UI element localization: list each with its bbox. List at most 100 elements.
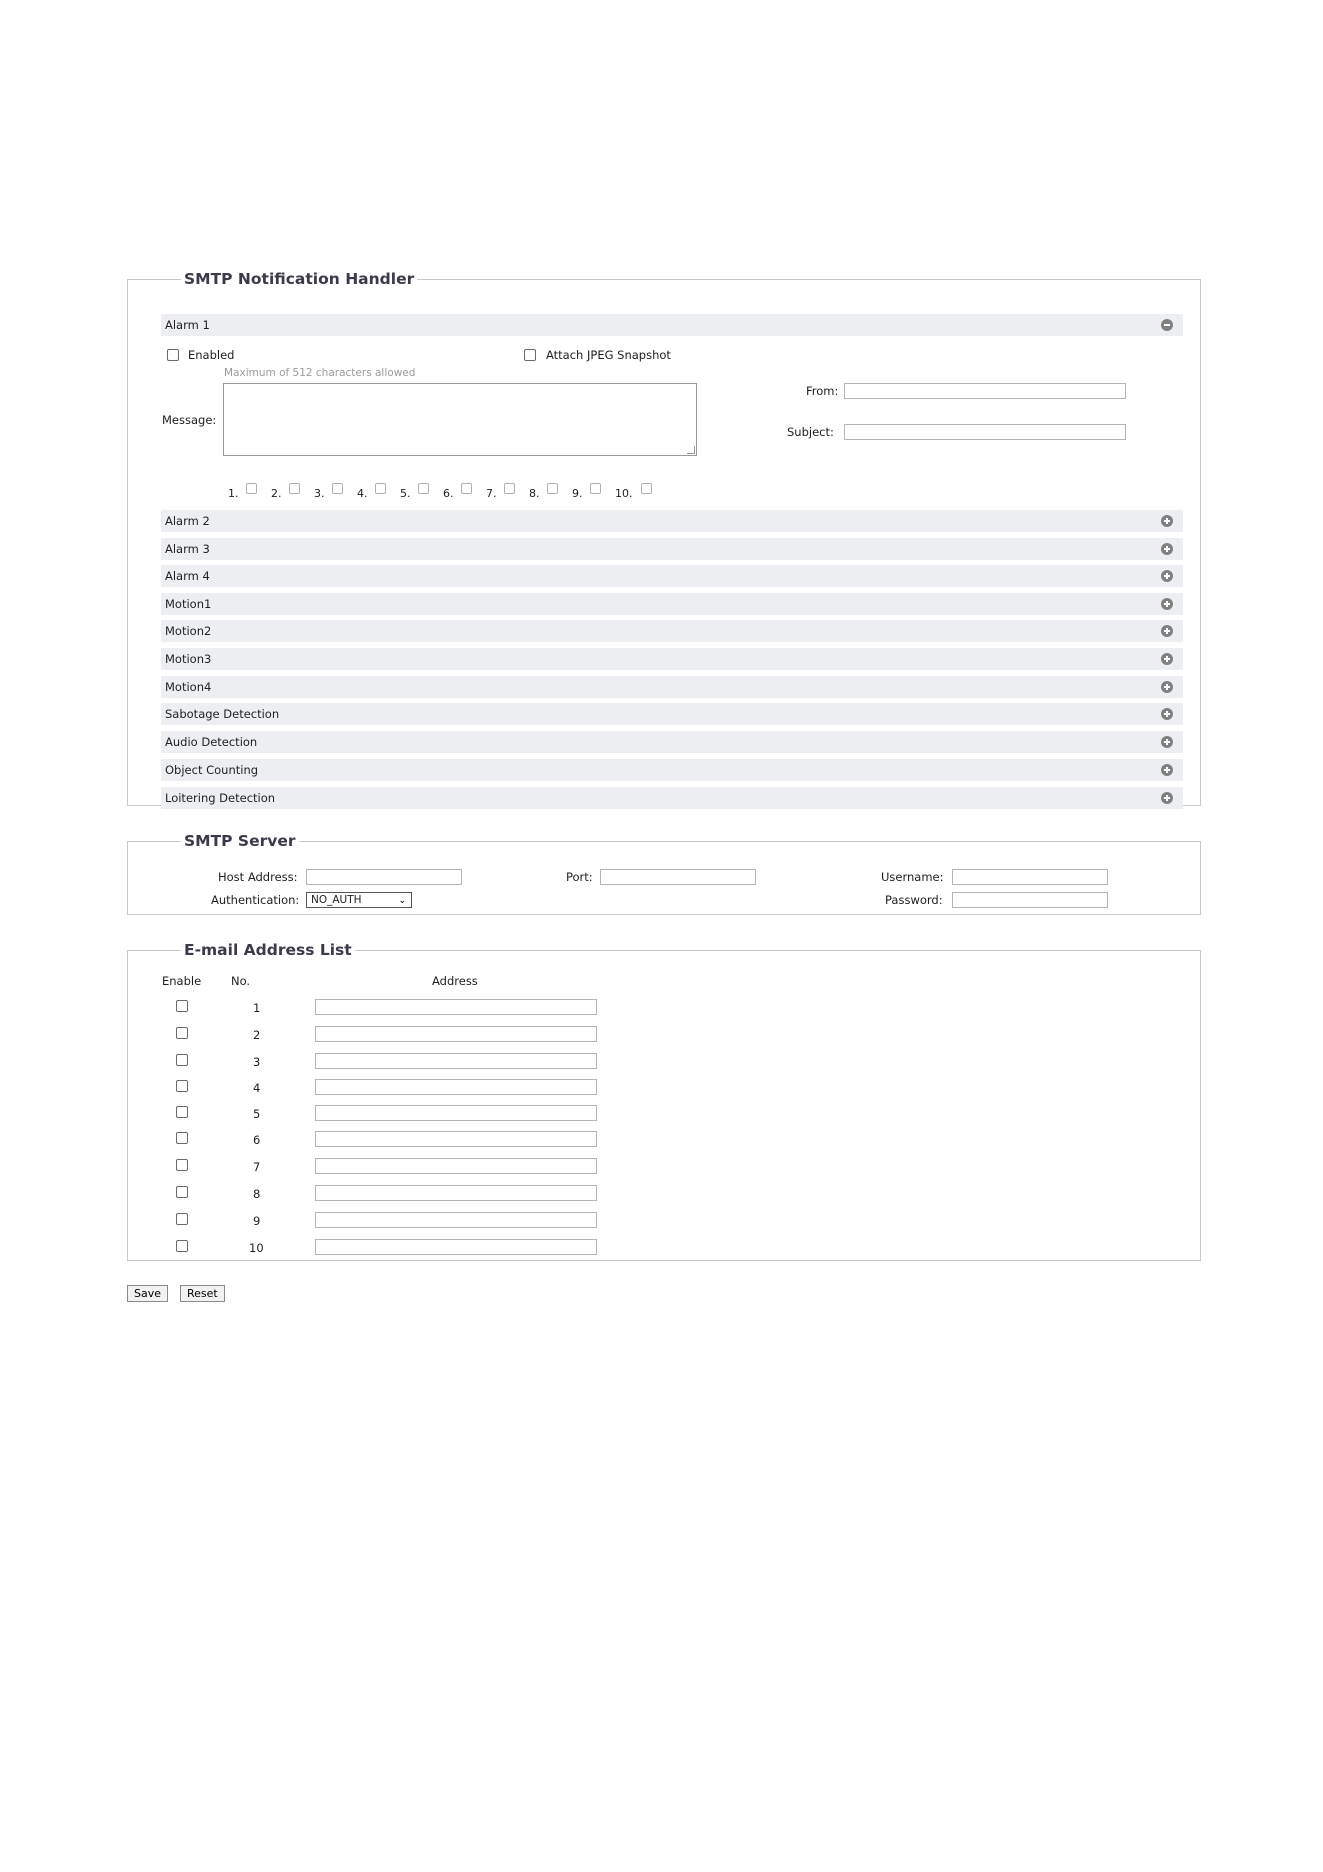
password-input[interactable] <box>952 892 1108 908</box>
section-loitering-detection[interactable]: Loitering Detection <box>161 787 1183 809</box>
expand-icon[interactable] <box>1161 653 1173 665</box>
expand-icon[interactable] <box>1161 736 1173 748</box>
password-label: Password: <box>885 893 943 907</box>
smtp-handler-legend: SMTP Notification Handler <box>184 270 415 288</box>
attach-jpeg-label: Attach JPEG Snapshot <box>546 348 671 362</box>
recipient-label-8: 8. <box>529 487 540 500</box>
email-enable-checkbox-10[interactable] <box>176 1240 188 1252</box>
section-title: Loitering Detection <box>165 791 276 805</box>
from-input[interactable] <box>844 383 1126 399</box>
email-enable-checkbox-1[interactable] <box>176 1000 188 1012</box>
enabled-checkbox[interactable] <box>167 349 179 361</box>
section-alarm-2[interactable]: Alarm 2 <box>161 510 1183 532</box>
chevron-down-icon: ⌄ <box>398 896 406 906</box>
email-row-number: 9 <box>253 1214 261 1228</box>
email-address-input-8[interactable] <box>315 1185 597 1201</box>
email-address-input-1[interactable] <box>315 999 597 1015</box>
recipient-label-3: 3. <box>314 487 325 500</box>
email-enable-checkbox-5[interactable] <box>176 1106 188 1118</box>
section-alarm-1[interactable]: Alarm 1 <box>161 314 1183 336</box>
expand-icon[interactable] <box>1161 543 1173 555</box>
email-address-input-9[interactable] <box>315 1212 597 1228</box>
recipient-checkbox-1[interactable] <box>246 483 257 494</box>
subject-input[interactable] <box>844 424 1126 440</box>
recipient-checkbox-2[interactable] <box>289 483 300 494</box>
expand-icon[interactable] <box>1161 625 1173 637</box>
recipient-label-6: 6. <box>443 487 454 500</box>
recipient-label-2: 2. <box>271 487 282 500</box>
email-row-number: 4 <box>253 1081 261 1095</box>
smtp-notification-handler: SMTP Notification Handler Alarm 1 Enable… <box>127 270 1201 809</box>
expand-icon[interactable] <box>1161 598 1173 610</box>
email-enable-checkbox-3[interactable] <box>176 1054 188 1066</box>
email-enable-checkbox-9[interactable] <box>176 1213 188 1225</box>
recipient-label-1: 1. <box>228 487 239 500</box>
recipient-checkbox-10[interactable] <box>641 483 652 494</box>
email-enable-checkbox-6[interactable] <box>176 1132 188 1144</box>
section-title: Sabotage Detection <box>165 707 280 721</box>
email-address-input-10[interactable] <box>315 1239 597 1255</box>
recipient-checkbox-4[interactable] <box>375 483 386 494</box>
section-title: Motion3 <box>165 652 212 666</box>
recipient-checkbox-7[interactable] <box>504 483 515 494</box>
email-row-number: 10 <box>249 1241 264 1255</box>
section-motion1[interactable]: Motion1 <box>161 593 1183 615</box>
collapse-icon[interactable] <box>1161 319 1173 331</box>
host-address-input[interactable] <box>306 869 462 885</box>
email-row-number: 6 <box>253 1133 261 1147</box>
section-audio-detection[interactable]: Audio Detection <box>161 731 1183 753</box>
smtp-server-legend: SMTP Server <box>184 832 296 850</box>
recipient-checkbox-6[interactable] <box>461 483 472 494</box>
section-alarm-3[interactable]: Alarm 3 <box>161 538 1183 560</box>
email-enable-checkbox-8[interactable] <box>176 1186 188 1198</box>
section-title: Alarm 4 <box>165 569 210 583</box>
username-input[interactable] <box>952 869 1108 885</box>
message-textarea[interactable] <box>223 383 697 456</box>
email-address-input-3[interactable] <box>315 1053 597 1069</box>
expand-icon[interactable] <box>1161 764 1173 776</box>
section-title: Motion4 <box>165 680 212 694</box>
expand-icon[interactable] <box>1161 792 1173 804</box>
section-title: Audio Detection <box>165 735 258 749</box>
section-motion3[interactable]: Motion3 <box>161 648 1183 670</box>
section-title: Alarm 2 <box>165 514 210 528</box>
recipient-checkbox-3[interactable] <box>332 483 343 494</box>
recipient-checkbox-8[interactable] <box>547 483 558 494</box>
section-alarm-4[interactable]: Alarm 4 <box>161 565 1183 587</box>
email-enable-checkbox-7[interactable] <box>176 1159 188 1171</box>
recipient-checkbox-5[interactable] <box>418 483 429 494</box>
email-address-input-6[interactable] <box>315 1131 597 1147</box>
section-title: Object Counting <box>165 763 259 777</box>
email-row-number: 1 <box>253 1001 261 1015</box>
port-input[interactable] <box>600 869 756 885</box>
section-motion4[interactable]: Motion4 <box>161 676 1183 698</box>
section-sabotage-detection[interactable]: Sabotage Detection <box>161 703 1183 725</box>
section-title: Alarm 1 <box>165 318 210 332</box>
expand-icon[interactable] <box>1161 681 1173 693</box>
email-address-input-7[interactable] <box>315 1158 597 1174</box>
section-motion2[interactable]: Motion2 <box>161 620 1183 642</box>
reset-button[interactable]: Reset <box>180 1285 225 1302</box>
expand-icon[interactable] <box>1161 708 1173 720</box>
email-address-input-2[interactable] <box>315 1026 597 1042</box>
recipient-label-10: 10. <box>615 487 633 500</box>
email-row-number: 3 <box>253 1055 261 1069</box>
email-row-number: 2 <box>253 1028 261 1042</box>
expand-icon[interactable] <box>1161 515 1173 527</box>
resize-handle-icon[interactable] <box>687 446 695 454</box>
username-label: Username: <box>881 870 944 884</box>
host-address-label: Host Address: <box>218 870 298 884</box>
section-object-counting[interactable]: Object Counting <box>161 759 1183 781</box>
save-button[interactable]: Save <box>127 1285 169 1302</box>
col-address-header: Address <box>432 974 478 988</box>
email-enable-checkbox-4[interactable] <box>176 1080 188 1092</box>
expand-icon[interactable] <box>1161 570 1173 582</box>
attach-jpeg-checkbox[interactable] <box>524 349 536 361</box>
message-hint: Maximum of 512 characters allowed <box>224 367 416 379</box>
subject-label: Subject: <box>787 425 834 439</box>
email-address-input-4[interactable] <box>315 1079 597 1095</box>
email-enable-checkbox-2[interactable] <box>176 1027 188 1039</box>
recipient-checkbox-9[interactable] <box>590 483 601 494</box>
authentication-select[interactable]: NO_AUTH ⌄ <box>306 892 412 908</box>
email-address-input-5[interactable] <box>315 1105 597 1121</box>
